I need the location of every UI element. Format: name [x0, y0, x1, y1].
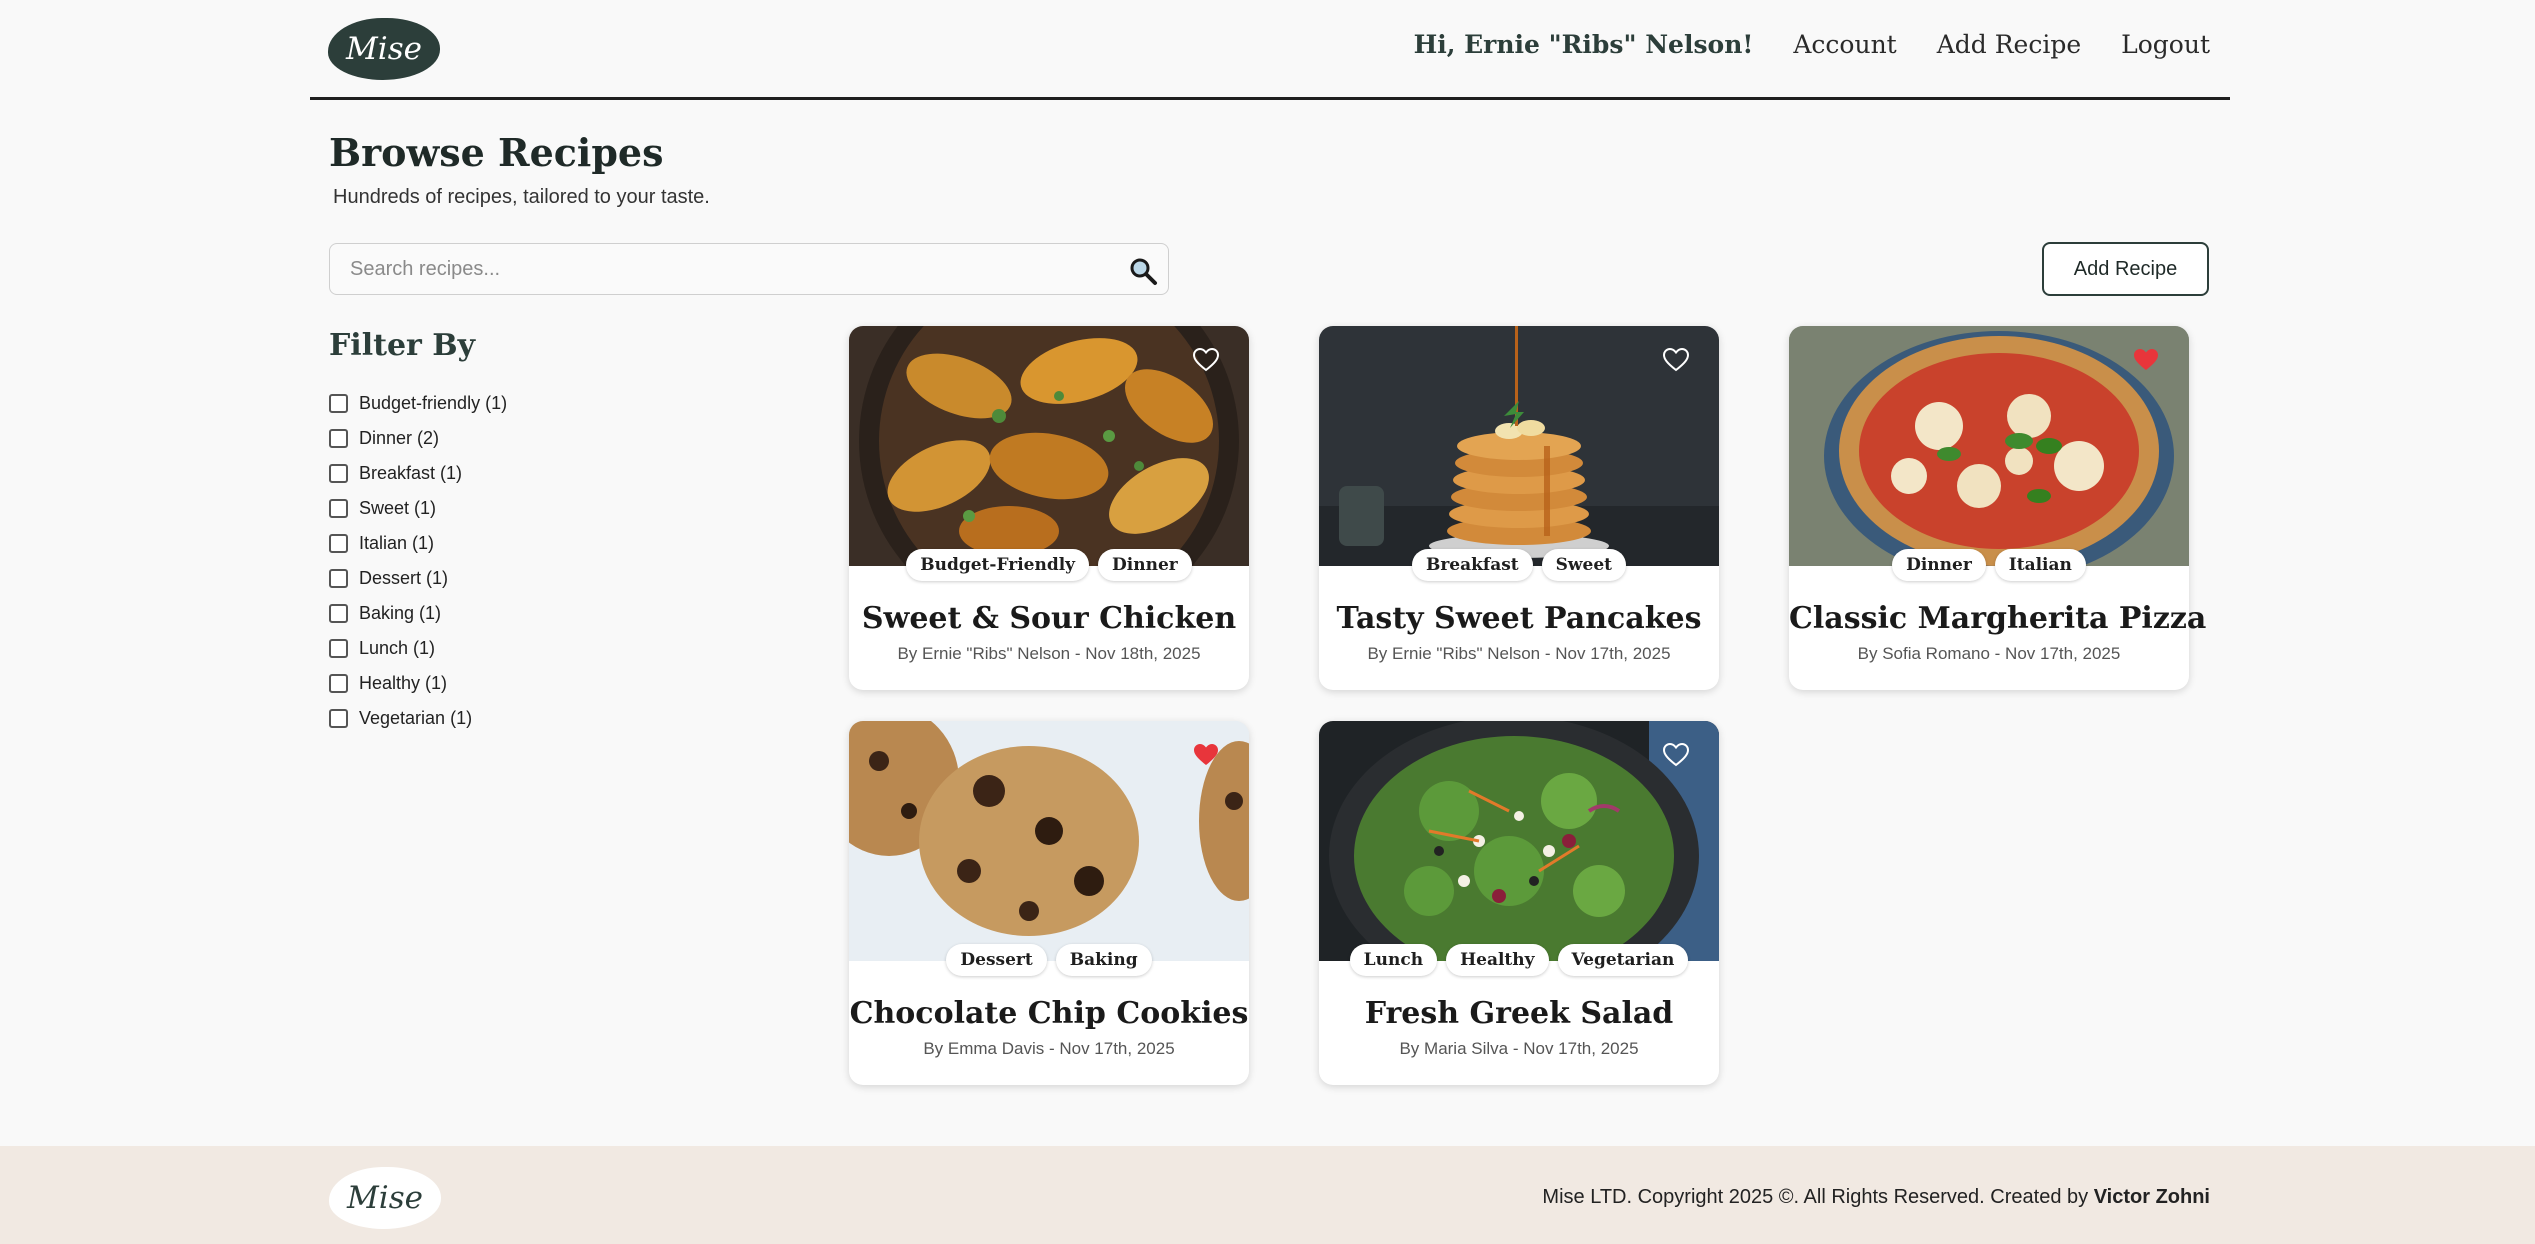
favorite-heart-icon[interactable] — [1663, 348, 1689, 372]
recipe-meta: By Ernie "Ribs" Nelson - Nov 17th, 2025 — [1367, 644, 1671, 663]
tag-list: Lunch Healthy Vegetarian — [1319, 944, 1719, 976]
filter-label: Healthy (1) — [359, 673, 448, 693]
filter-list: Budget-friendly (1) Dinner (2) Breakfast… — [329, 386, 507, 736]
recipe-meta: By Emma Davis - Nov 17th, 2025 — [923, 1039, 1175, 1058]
tag[interactable]: Breakfast — [1411, 549, 1533, 581]
recipe-card[interactable]: Dessert Baking Chocolate Chip Cookies By… — [849, 721, 1249, 1085]
recipe-title[interactable]: Fresh Greek Salad — [1319, 996, 1719, 1031]
checkbox[interactable] — [329, 639, 348, 658]
tag[interactable]: Baking — [1055, 944, 1152, 976]
filter-option[interactable]: Baking (1) — [329, 596, 507, 631]
tag-list: Budget-Friendly Dinner — [849, 549, 1249, 581]
page-title: Browse Recipes — [329, 130, 664, 175]
tag-list: Breakfast Sweet — [1319, 549, 1719, 581]
filter-option[interactable]: Breakfast (1) — [329, 456, 507, 491]
tag-list: Dinner Italian — [1789, 549, 2189, 581]
recipe-meta: By Maria Silva - Nov 17th, 2025 — [1399, 1039, 1639, 1058]
tag[interactable]: Dessert — [946, 944, 1047, 976]
checkbox[interactable] — [329, 674, 348, 693]
checkbox[interactable] — [329, 464, 348, 483]
recipe-meta: By Ernie "Ribs" Nelson - Nov 18th, 2025 — [897, 644, 1201, 663]
site-logo[interactable]: Mise — [328, 18, 440, 80]
tag[interactable]: Healthy — [1446, 944, 1549, 976]
filter-option[interactable]: Vegetarian (1) — [329, 701, 507, 736]
filter-option[interactable]: Budget-friendly (1) — [329, 386, 507, 421]
filter-label: Budget-friendly (1) — [359, 393, 508, 413]
checkbox[interactable] — [329, 569, 348, 588]
search-input[interactable] — [330, 244, 1110, 294]
recipe-meta: By Sofia Romano - Nov 17th, 2025 — [1857, 644, 2121, 663]
nav-logout-link[interactable]: Logout — [2121, 30, 2210, 59]
recipe-image-chicken — [849, 326, 1249, 566]
recipe-image-salad — [1319, 721, 1719, 961]
tag-list: Dessert Baking — [849, 944, 1249, 976]
creator-name: Victor Zohni — [2093, 1186, 2210, 1208]
filter-option[interactable]: Dinner (2) — [329, 421, 507, 456]
recipe-card[interactable]: Dinner Italian Classic Margherita Pizza … — [1789, 326, 2206, 690]
copyright-text: Mise LTD. Copyright 2025 ©. All Rights R… — [1542, 1186, 2210, 1209]
user-greeting: Hi, Ernie "Ribs" Nelson! — [1413, 30, 1754, 59]
tag[interactable]: Vegetarian — [1557, 944, 1689, 976]
filter-label: Lunch (1) — [359, 638, 436, 658]
checkbox[interactable] — [329, 429, 348, 448]
site-footer: Mise Mise LTD. Copyright 2025 ©. All Rig… — [0, 1146, 2535, 1244]
search-icon[interactable] — [1128, 256, 1158, 286]
tag[interactable]: Dinner — [1892, 549, 1986, 581]
tag[interactable]: Dinner — [1098, 549, 1192, 581]
recipe-title[interactable]: Tasty Sweet Pancakes — [1319, 601, 1719, 636]
tag[interactable]: Sweet — [1541, 549, 1627, 581]
filter-label: Breakfast (1) — [359, 463, 463, 483]
recipe-card[interactable]: Budget-Friendly Dinner Sweet & Sour Chic… — [849, 326, 1249, 690]
recipe-card[interactable]: Breakfast Sweet Tasty Sweet Pancakes By … — [1319, 326, 1719, 690]
favorite-heart-icon[interactable] — [1193, 743, 1219, 767]
favorite-heart-icon[interactable] — [2133, 348, 2159, 372]
filter-option[interactable]: Sweet (1) — [329, 491, 507, 526]
search-bar — [329, 243, 1169, 295]
filter-label: Vegetarian (1) — [359, 708, 473, 728]
tag[interactable]: Budget-Friendly — [906, 549, 1090, 581]
filter-title: Filter By — [329, 328, 476, 363]
favorite-heart-icon[interactable] — [1663, 743, 1689, 767]
filter-label: Italian (1) — [359, 533, 435, 553]
checkbox[interactable] — [329, 394, 348, 413]
tag[interactable]: Italian — [1994, 549, 2086, 581]
main-nav: Hi, Ernie "Ribs" Nelson! Account Add Rec… — [1414, 30, 2210, 59]
filter-label: Dessert (1) — [359, 568, 449, 588]
recipe-image-pizza — [1789, 326, 2189, 566]
footer-logo[interactable]: Mise — [329, 1167, 441, 1229]
filter-option[interactable]: Healthy (1) — [329, 666, 507, 701]
checkbox[interactable] — [329, 709, 348, 728]
nav-account-link[interactable]: Account — [1793, 30, 1896, 59]
favorite-heart-icon[interactable] — [1193, 348, 1219, 372]
checkbox[interactable] — [329, 499, 348, 518]
filter-label: Baking (1) — [359, 603, 442, 623]
tag[interactable]: Lunch — [1349, 944, 1438, 976]
copyright-label: Mise LTD. Copyright 2025 ©. All Rights R… — [1542, 1186, 2094, 1208]
page-subtitle: Hundreds of recipes, tailored to your ta… — [333, 186, 710, 208]
recipe-image-pancakes — [1319, 326, 1719, 566]
recipe-title[interactable]: Sweet & Sour Chicken — [849, 601, 1249, 636]
checkbox[interactable] — [329, 604, 348, 623]
site-header: Mise Hi, Ernie "Ribs" Nelson! Account Ad… — [310, 0, 2230, 100]
filter-label: Sweet (1) — [359, 498, 437, 518]
filter-option[interactable]: Dessert (1) — [329, 561, 507, 596]
checkbox[interactable] — [329, 534, 348, 553]
nav-add-recipe-link[interactable]: Add Recipe — [1937, 30, 2081, 59]
recipe-title[interactable]: Classic Margherita Pizza — [1789, 601, 2206, 636]
filter-label: Dinner (2) — [359, 428, 440, 448]
recipe-image-cookies — [849, 721, 1249, 961]
recipe-title[interactable]: Chocolate Chip Cookies — [849, 996, 1249, 1031]
add-recipe-button[interactable]: Add Recipe — [2042, 242, 2209, 296]
recipe-card[interactable]: Lunch Healthy Vegetarian Fresh Greek Sal… — [1319, 721, 1719, 1085]
filter-option[interactable]: Italian (1) — [329, 526, 507, 561]
filter-option[interactable]: Lunch (1) — [329, 631, 507, 666]
